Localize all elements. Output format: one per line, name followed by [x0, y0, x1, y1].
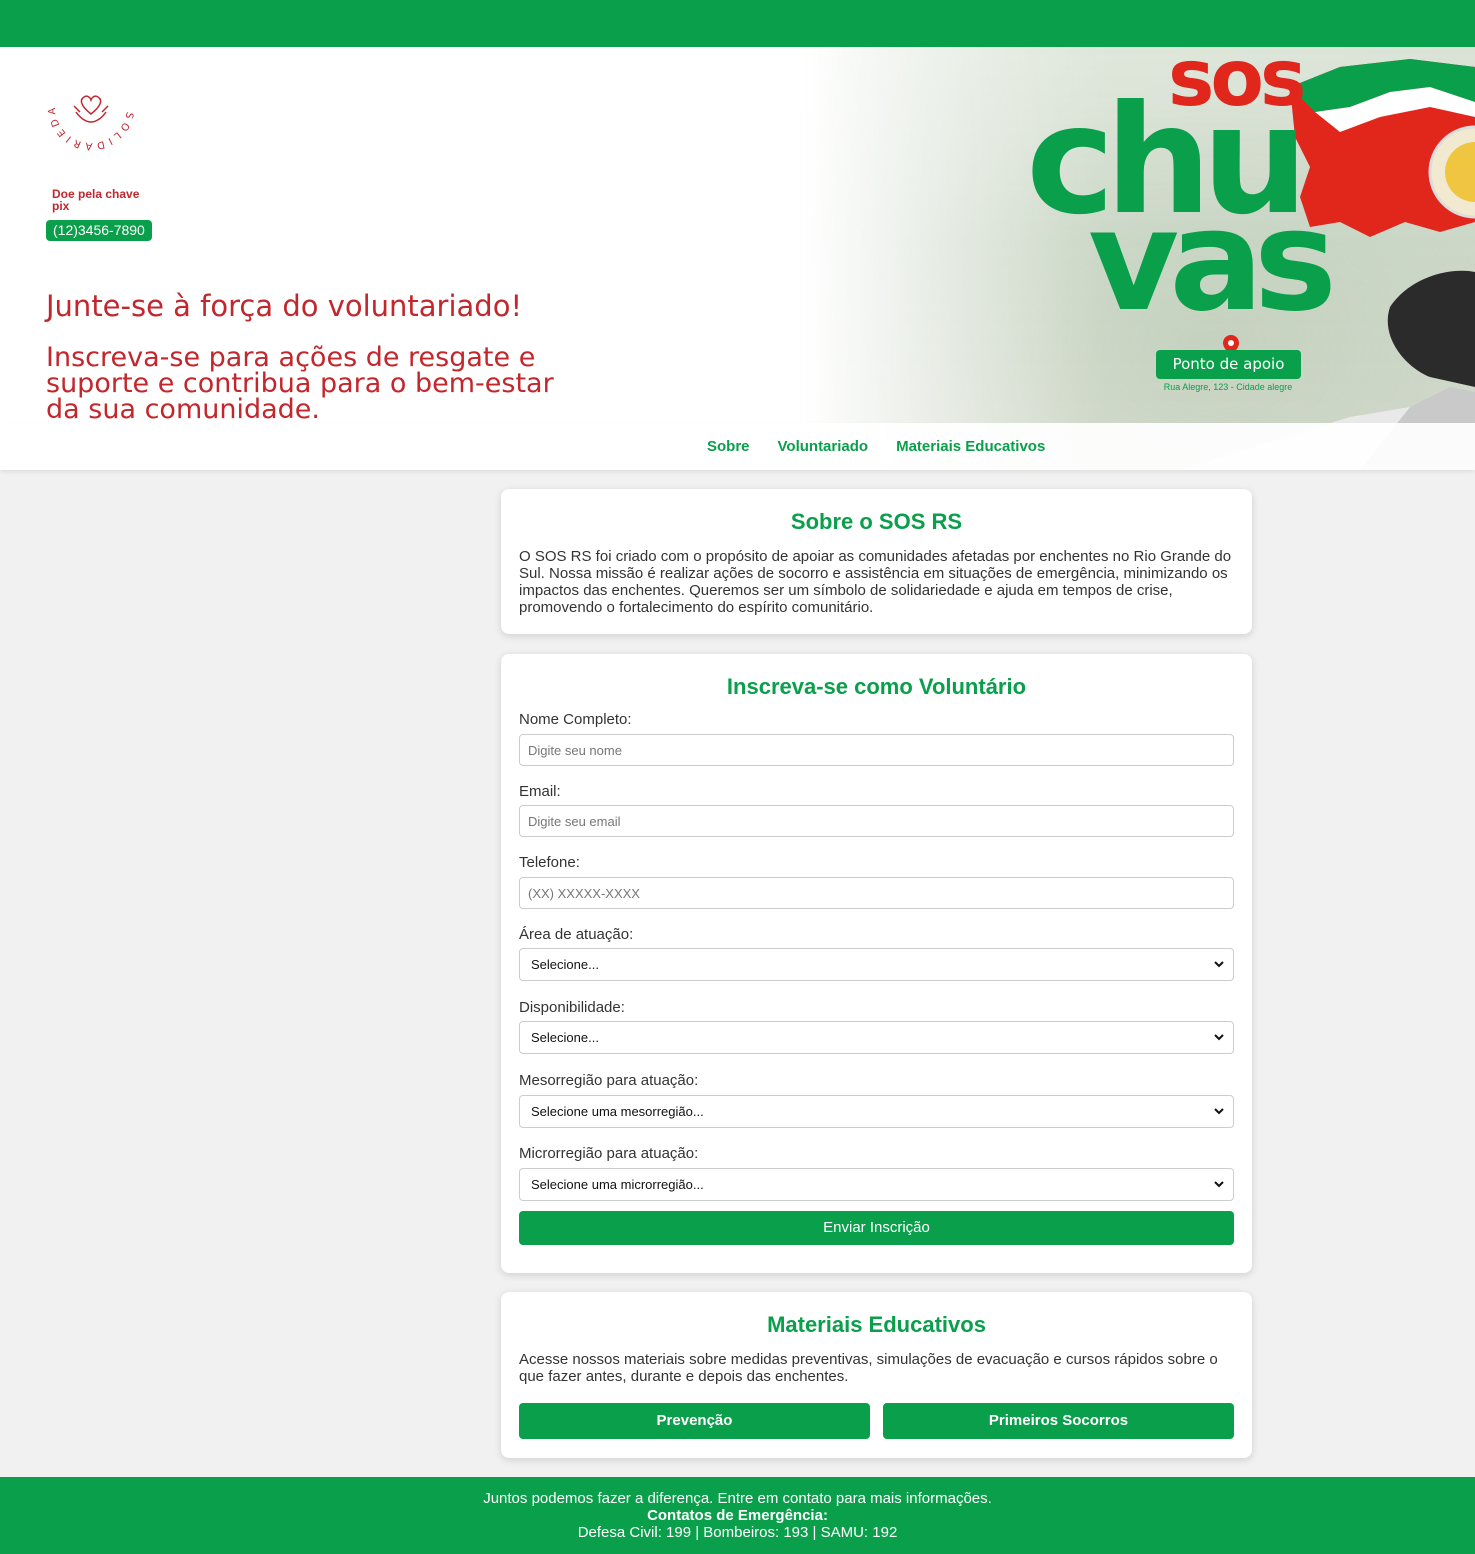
meso-select-value: Selecione uma mesorregião...	[531, 1104, 704, 1119]
availability-label: Disponibilidade:	[519, 999, 625, 1016]
art-title-vas: vas	[1088, 180, 1331, 343]
nav-link-voluntariado[interactable]: Voluntariado	[778, 438, 869, 455]
email-label: Email:	[519, 783, 561, 800]
nav-link-materiais-educativos[interactable]: Materiais Educativos	[896, 438, 1045, 455]
micro-select[interactable]: Selecione uma microrregião...	[519, 1168, 1234, 1201]
sos-chuvas-artwork: sos chu vas	[1026, 47, 1475, 470]
area-label: Área de atuação:	[519, 926, 634, 943]
pix-number-badge: (12)3456-7890	[46, 220, 152, 241]
chevron-down-icon	[1214, 961, 1224, 968]
chevron-down-icon	[1214, 1181, 1224, 1188]
phone-input[interactable]	[519, 877, 1234, 909]
volunteer-form-card: Inscreva-se como Voluntário Nome Complet…	[501, 654, 1252, 1273]
nav-link-sobre[interactable]: Sobre	[707, 438, 750, 455]
top-bar	[0, 0, 1475, 47]
chevron-down-icon	[1214, 1108, 1224, 1115]
materials-text: Acesse nossos materiais sobre medidas pr…	[519, 1351, 1218, 1385]
phone-label: Telefone:	[519, 854, 580, 871]
hero-subheadline: Inscreva-se para ações de resgate e supo…	[46, 342, 554, 425]
hero-banner: SOLIDARIEDADE Doe pela chave pix (12)345…	[0, 47, 1475, 470]
about-text: O SOS RS foi criado com o propósito de a…	[519, 548, 1232, 616]
nav-links: Sobre Voluntariado Materiais Educativos	[707, 423, 1045, 470]
footer-contact-text: Juntos podemos fazer a diferença. Entre …	[483, 1490, 992, 1507]
about-title: Sobre o SOS RS	[790, 509, 963, 534]
footer-emergency-title: Contatos de Emergência:	[647, 1507, 828, 1524]
about-card: Sobre o SOS RS O SOS RS foi criado com o…	[501, 489, 1252, 634]
materials-card: Materiais Educativos Acesse nossos mater…	[501, 1292, 1252, 1458]
micro-label: Microrregião para atuação:	[519, 1145, 699, 1162]
form-title: Inscreva-se como Voluntário	[726, 674, 1027, 699]
prevention-button[interactable]: Prevenção	[519, 1403, 870, 1439]
area-select-value: Selecione...	[531, 957, 599, 972]
pix-label: Doe pela chave pix	[52, 187, 140, 213]
micro-select-value: Selecione uma microrregião...	[531, 1177, 704, 1192]
ponto-de-apoio-button[interactable]: Ponto de apoio	[1156, 350, 1301, 379]
solidariedade-logo: SOLIDARIEDADE	[46, 62, 135, 151]
email-input[interactable]	[519, 805, 1234, 837]
materials-title: Materiais Educativos	[767, 1312, 986, 1337]
area-select[interactable]: Selecione...	[519, 948, 1234, 981]
chevron-down-icon	[1214, 1034, 1224, 1041]
submit-button[interactable]: Enviar Inscrição	[519, 1211, 1234, 1245]
support-point-address: Rua Alegre, 123 - Cidade alegre	[1163, 382, 1293, 392]
availability-select-value: Selecione...	[531, 1030, 599, 1045]
hand-shape	[1387, 270, 1475, 387]
footer-emergency-numbers: Defesa Civil: 199 | Bombeiros: 193 | SAM…	[577, 1524, 898, 1541]
hero-headline: Junte-se à força do voluntariado!	[46, 289, 523, 323]
svg-text:SOLIDARIEDADE: SOLIDARIEDADE	[46, 62, 135, 151]
name-input[interactable]	[519, 734, 1234, 766]
availability-select[interactable]: Selecione...	[519, 1021, 1234, 1054]
meso-select[interactable]: Selecione uma mesorregião...	[519, 1095, 1234, 1128]
meso-label: Mesorregião para atuação:	[519, 1072, 699, 1089]
name-label: Nome Completo:	[519, 711, 632, 728]
footer: Juntos podemos fazer a diferença. Entre …	[0, 1477, 1475, 1554]
main-nav: Sobre Voluntariado Materiais Educativos	[0, 423, 1475, 470]
first-aid-button[interactable]: Primeiros Socorros	[883, 1403, 1234, 1439]
